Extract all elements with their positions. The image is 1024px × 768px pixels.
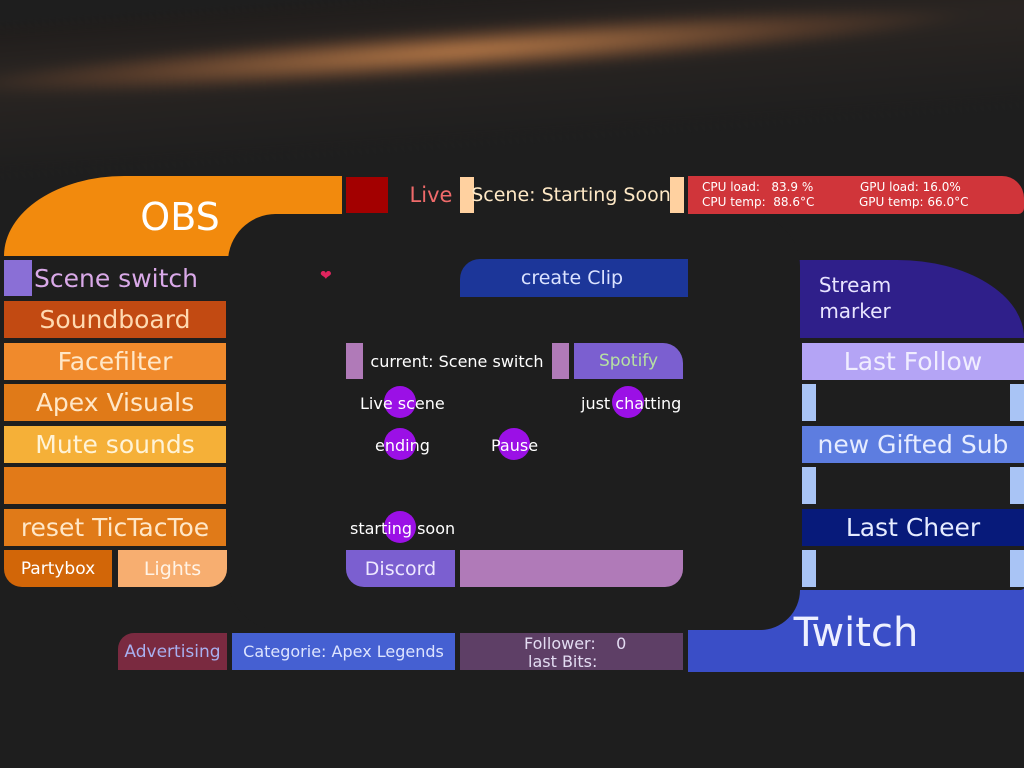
cpu-temp-text: CPU temp: 88.6°C — [702, 195, 815, 209]
gifted-sub-left-bar — [802, 467, 816, 504]
obs-title: OBS — [140, 195, 220, 239]
last-bits-text: last Bits: — [528, 652, 598, 671]
live-label: Live — [409, 183, 453, 207]
spotify-button[interactable]: Spotify — [574, 343, 683, 379]
ending-label[interactable]: ending — [375, 436, 430, 455]
current-scene-right-bar — [552, 343, 569, 379]
gifted-sub-right-bar — [1010, 467, 1024, 504]
category-label: Categorie: Apex Legends — [232, 633, 455, 670]
soundboard-button[interactable]: Soundboard — [4, 301, 226, 338]
apex-visuals-button[interactable]: Apex Visuals — [4, 384, 226, 421]
reset-tictactoe-button[interactable]: reset TicTacToe — [4, 509, 226, 546]
last-cheer-left-bar — [802, 550, 816, 587]
system-stats-panel: CPU load: 83.9 % CPU temp: 88.6°C GPU lo… — [688, 176, 1024, 214]
follower-panel: Follower: 0 last Bits: — [460, 633, 683, 671]
record-indicator[interactable] — [346, 177, 388, 213]
current-scene-left-bar — [346, 343, 363, 379]
follower-text: Follower: 0 — [524, 634, 627, 653]
create-clip-button[interactable]: create Clip — [460, 259, 684, 297]
background-light-streak — [0, 0, 1024, 181]
current-scene-label: current: Scene switch — [370, 351, 544, 371]
stream-marker-line1: Stream — [818, 273, 892, 297]
lights-button[interactable]: Lights — [118, 550, 227, 587]
last-follow-button[interactable]: Last Follow — [802, 343, 1024, 380]
scene-label: Scene: Starting Soon — [471, 184, 671, 206]
scene-switch-button[interactable]: Scene switch — [34, 260, 198, 297]
twitch-title: Twitch — [793, 610, 919, 656]
create-clip-connector — [684, 259, 688, 297]
gpu-temp-text: GPU temp: 66.0°C — [859, 195, 969, 209]
stream-marker-button[interactable]: Stream marker — [800, 268, 910, 328]
partybox-button[interactable]: Partybox — [4, 550, 112, 587]
cpu-load-text: CPU load: 83.9 % — [702, 180, 814, 194]
discord-button[interactable]: Discord — [346, 550, 455, 587]
mute-sounds-button[interactable]: Mute sounds — [4, 426, 226, 463]
facefilter-button[interactable]: Facefilter — [4, 343, 226, 380]
starting-soon-label[interactable]: starting soon — [350, 519, 455, 538]
last-follow-right-bar — [1010, 384, 1024, 421]
stream-marker-line2: marker — [819, 299, 891, 323]
new-gifted-sub-button[interactable]: new Gifted Sub — [802, 426, 1024, 463]
gpu-load-text: GPU load: 16.0% — [860, 180, 961, 194]
last-follow-left-bar — [802, 384, 816, 421]
empty-slot-button[interactable] — [4, 467, 226, 504]
heart-icon: ❤ — [320, 268, 332, 284]
just-chatting-label[interactable]: just chatting — [581, 394, 681, 413]
last-cheer-button[interactable]: Last Cheer — [802, 509, 1024, 546]
advertising-button[interactable]: Advertising — [118, 633, 227, 670]
scene-switch-indicator — [4, 260, 32, 296]
discord-side-panel[interactable] — [460, 550, 683, 587]
live-scene-label[interactable]: Live scene — [360, 394, 445, 413]
header-separator-2 — [670, 177, 684, 213]
last-cheer-right-bar — [1010, 550, 1024, 587]
pause-label[interactable]: Pause — [491, 436, 538, 455]
